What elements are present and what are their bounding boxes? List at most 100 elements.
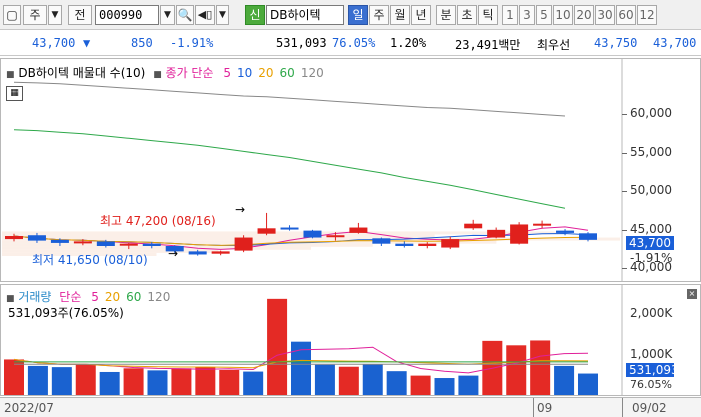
search-icon[interactable]: 🔍 <box>176 5 194 25</box>
best-ask: 43,750 <box>594 36 638 50</box>
candle-08/05[interactable] <box>119 243 138 246</box>
candle-07/29[interactable] <box>5 236 23 240</box>
price-legend-title[interactable]: DB하이텍 매물대 수(10) <box>18 66 145 80</box>
volume-bar-08/16[interactable] <box>267 298 288 395</box>
volume-bar-08/24[interactable] <box>410 375 431 395</box>
volume-bar-08/10[interactable] <box>195 367 216 395</box>
candle-08/30[interactable] <box>487 229 506 238</box>
date-axis: 2022/07 09 09/02 <box>0 397 701 417</box>
volume-ma-60[interactable]: 60 <box>126 290 141 304</box>
volume-bar-08/12[interactable] <box>243 371 264 395</box>
price-ma-120[interactable]: 120 <box>301 66 324 80</box>
prev-button[interactable]: 전 <box>68 5 92 25</box>
candle-09/02[interactable] <box>579 233 597 240</box>
candle-08/12[interactable] <box>234 237 253 251</box>
credit-badge[interactable]: 신 <box>245 5 265 25</box>
volume-legend-title[interactable]: 거래량 <box>18 290 51 304</box>
interval-tab-3[interactable]: 3 <box>519 5 535 25</box>
period-tab-2[interactable]: 월 <box>390 5 410 25</box>
price-ma-5[interactable]: 5 <box>223 66 231 80</box>
price-ma-20[interactable]: 20 <box>258 66 273 80</box>
stock-name: DB하이텍 <box>270 8 321 22</box>
candle-08/02[interactable] <box>50 239 69 243</box>
volume-bar-08/05[interactable] <box>123 368 144 395</box>
period-tab-5[interactable]: 초 <box>457 5 477 25</box>
volume-bar-08/18[interactable] <box>314 364 335 395</box>
window-icon[interactable]: ▢ <box>3 5 21 25</box>
candle-08/31[interactable] <box>510 224 529 244</box>
speaker-icon[interactable]: ◀▯ <box>195 5 215 25</box>
volume-bar-08/19[interactable] <box>338 366 359 395</box>
high-arrow-icon: → <box>235 203 245 217</box>
period-tab-4[interactable]: 분 <box>436 5 456 25</box>
interval-tab-12[interactable]: 12 <box>637 5 657 25</box>
volume-bar-08/03[interactable] <box>75 364 96 395</box>
interval-tab-20[interactable]: 20 <box>574 5 594 25</box>
volume-bar-08/25[interactable] <box>434 378 455 395</box>
close-icon[interactable]: × <box>687 289 697 299</box>
price-ma-10[interactable]: 10 <box>237 66 252 80</box>
speaker-dropdown-icon[interactable]: ▼ <box>216 5 229 25</box>
interval-tab-5[interactable]: 5 <box>536 5 552 25</box>
period-tab-1[interactable]: 주 <box>369 5 389 25</box>
candle-08/22[interactable] <box>349 227 368 233</box>
candle-08/18[interactable] <box>303 230 322 238</box>
volume-bar-08/30[interactable] <box>506 345 527 395</box>
price-ma-60[interactable]: 60 <box>280 66 295 80</box>
candle-09/01[interactable] <box>533 223 552 226</box>
volume-bar-08/09[interactable] <box>171 368 192 395</box>
volume-bar-08/04[interactable] <box>99 371 120 395</box>
volume-ma-20[interactable]: 20 <box>105 290 120 304</box>
candle-08/11[interactable] <box>211 251 230 254</box>
period-tab-3[interactable]: 년 <box>411 5 431 25</box>
interval-tab-30[interactable]: 30 <box>595 5 615 25</box>
volume-bar-08/22[interactable] <box>362 364 383 395</box>
volume-bar-08/11[interactable] <box>219 369 240 395</box>
candle-08/29[interactable] <box>464 223 483 229</box>
candle-08/01[interactable] <box>27 235 46 241</box>
code-input[interactable]: 000990 <box>95 5 159 25</box>
code-dropdown-icon[interactable]: ▼ <box>160 5 175 25</box>
price-ma-label[interactable]: 종가 단순 <box>166 66 214 80</box>
candle-08/16[interactable] <box>257 228 276 234</box>
candle-09/02[interactable] <box>556 230 575 233</box>
volume-bar-08/08[interactable] <box>147 370 168 395</box>
candle-08/23[interactable] <box>372 238 391 244</box>
stock-name-field[interactable]: DB하이텍 <box>266 5 344 25</box>
candle-08/25[interactable] <box>418 243 437 246</box>
volume-bar-08/02[interactable] <box>51 367 72 395</box>
volume-ma-5[interactable]: 5 <box>91 290 99 304</box>
interval-tab-60[interactable]: 60 <box>616 5 636 25</box>
candle-08/04[interactable] <box>96 241 115 246</box>
volume-bar-08/31[interactable] <box>530 340 551 395</box>
candle-08/17[interactable] <box>280 227 299 230</box>
candle-08/03[interactable] <box>73 241 92 244</box>
candle-08/19[interactable] <box>326 235 345 238</box>
volume-bar-09/02[interactable] <box>578 373 598 395</box>
price-tick: 60,000 <box>630 106 672 121</box>
candle-08/24[interactable] <box>395 243 414 246</box>
volume-bar-08/23[interactable] <box>386 371 407 395</box>
volume-tick: 1,000K <box>630 346 673 361</box>
volume-bar-08/26[interactable] <box>458 375 479 395</box>
candle-08/10[interactable] <box>188 251 207 255</box>
volume-ma-120[interactable]: 120 <box>147 290 170 304</box>
volume-bar-09/01[interactable] <box>554 365 575 395</box>
period-tab-6[interactable]: 틱 <box>478 5 498 25</box>
type-select[interactable]: 주 <box>23 5 47 25</box>
volume-bar-08/01[interactable] <box>27 365 48 395</box>
price-tick: 45,000 <box>630 221 672 236</box>
volume-ma-periods: 5 20 60 120 <box>85 290 170 304</box>
grid-toggle-icon[interactable]: ▦ <box>6 86 23 101</box>
interval-tab-1[interactable]: 1 <box>502 5 518 25</box>
price-tick: 55,000 <box>630 144 672 159</box>
candle-08/08[interactable] <box>142 243 161 246</box>
volume-ma-label[interactable]: 단순 <box>59 290 81 304</box>
volume-value: 531,093 <box>276 36 327 50</box>
price-chart: →→ <box>2 58 623 282</box>
period-tab-0[interactable]: 일 <box>348 5 368 25</box>
interval-tab-10[interactable]: 10 <box>553 5 573 25</box>
month-mark: 09 <box>537 401 553 415</box>
candle-08/26[interactable] <box>441 239 460 248</box>
type-dropdown-icon[interactable]: ▼ <box>48 5 62 25</box>
